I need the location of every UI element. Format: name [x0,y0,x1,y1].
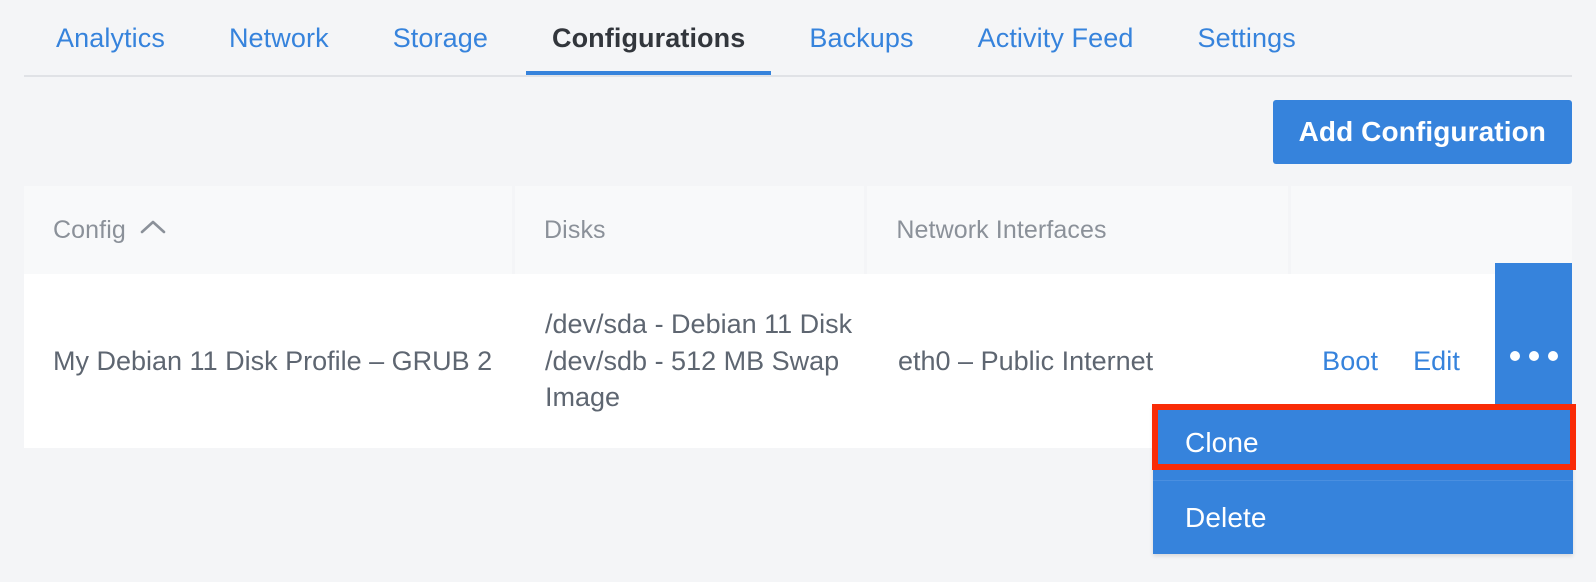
tab-label: Network [229,23,329,54]
tab-configurations[interactable]: Configurations [520,0,777,76]
tab-activity-feed[interactable]: Activity Feed [946,0,1166,76]
tab-analytics[interactable]: Analytics [24,0,197,76]
add-configuration-button[interactable]: Add Configuration [1273,100,1572,164]
tab-settings[interactable]: Settings [1165,0,1327,76]
tab-label: Analytics [56,23,165,54]
disk-entry: /dev/sda - Debian 11 Disk [545,306,855,343]
network-interface-entry: eth0 – Public Internet [898,343,1279,380]
table-header-row: Config Disks Network Interfaces [24,186,1572,274]
menu-item-clone[interactable]: Clone [1153,406,1573,480]
column-header-label: Network Interfaces [896,216,1106,245]
tab-network[interactable]: Network [197,0,361,76]
ellipsis-dot [1548,351,1558,361]
disk-entry: /dev/sdb - 512 MB Swap Image [545,343,855,416]
tab-backups[interactable]: Backups [777,0,945,76]
column-header-network-interfaces[interactable]: Network Interfaces [867,186,1287,274]
menu-item-delete[interactable]: Delete [1153,480,1573,554]
ellipsis-dot [1529,351,1539,361]
cell-disks: /dev/sda - Debian 11 Disk /dev/sdb - 512… [516,274,869,448]
ellipsis-dot [1510,351,1520,361]
menu-item-label: Clone [1185,427,1259,459]
tab-label: Backups [809,23,913,54]
config-name: My Debian 11 Disk Profile – GRUB 2 [53,343,502,380]
tab-label: Settings [1197,23,1295,54]
chevron-up-icon [140,219,166,235]
cell-config: My Debian 11 Disk Profile – GRUB 2 [24,274,516,448]
tab-label: Activity Feed [978,23,1134,54]
column-header-actions [1291,186,1572,274]
tab-bar: Analytics Network Storage Configurations… [0,0,1596,77]
action-bar: Add Configuration [0,77,1596,186]
edit-button[interactable]: Edit [1413,343,1460,380]
row-actions-dropdown-menu: Clone Delete [1153,406,1573,554]
tab-label: Storage [393,23,488,54]
tab-label: Configurations [552,23,745,54]
column-header-label: Disks [544,216,606,245]
menu-item-label: Delete [1185,502,1267,534]
column-header-disks[interactable]: Disks [515,186,864,274]
column-header-label: Config [53,216,126,245]
column-header-config[interactable]: Config [24,186,512,274]
boot-button[interactable]: Boot [1322,343,1378,380]
tab-storage[interactable]: Storage [361,0,520,76]
tab-list: Analytics Network Storage Configurations… [24,0,1328,76]
